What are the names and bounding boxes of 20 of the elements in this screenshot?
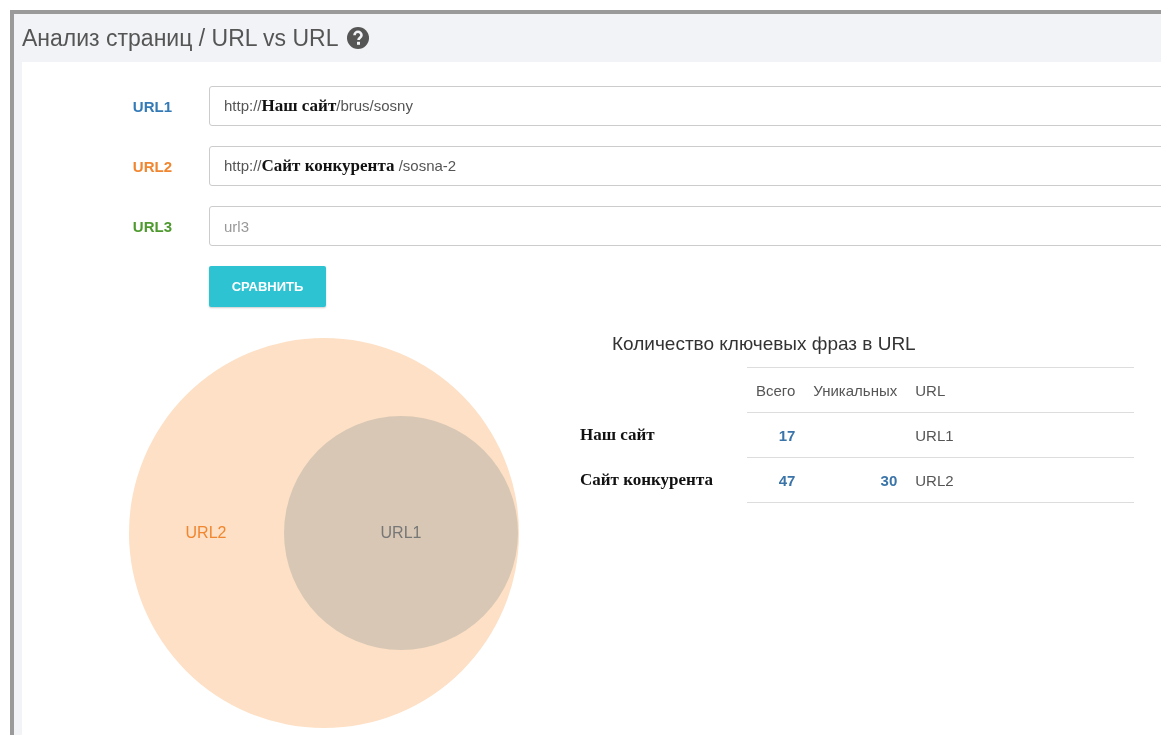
column-header: Всего [747, 367, 805, 413]
page-title: Анализ страниц / URL vs URL [22, 24, 339, 52]
help-icon[interactable] [346, 27, 369, 49]
url-label: URL1 [131, 97, 173, 115]
table-cell: 30 [804, 457, 907, 503]
table-cell: 17 [747, 412, 805, 458]
venn-label: URL1 [380, 524, 422, 541]
url-label: URL3 [131, 217, 173, 235]
table-title: Количество ключевых фраз в URL [612, 333, 917, 355]
row-label: Сайт конкурента [580, 457, 747, 503]
table-cell: 47 [747, 457, 805, 503]
table-cell: URL2 [906, 457, 1135, 503]
column-header: URL [906, 367, 1135, 413]
column-header: Уникальных [804, 367, 907, 413]
url-field[interactable]: http://Сайт конкурента /sosna-2 [209, 146, 1161, 186]
url-field[interactable]: http://Наш сайт/brus/sosny [209, 86, 1161, 126]
url-label: URL2 [131, 157, 173, 175]
table-cell: URL1 [906, 412, 1135, 458]
venn-label: URL2 [185, 524, 227, 541]
row-label: Наш сайт [580, 412, 747, 458]
